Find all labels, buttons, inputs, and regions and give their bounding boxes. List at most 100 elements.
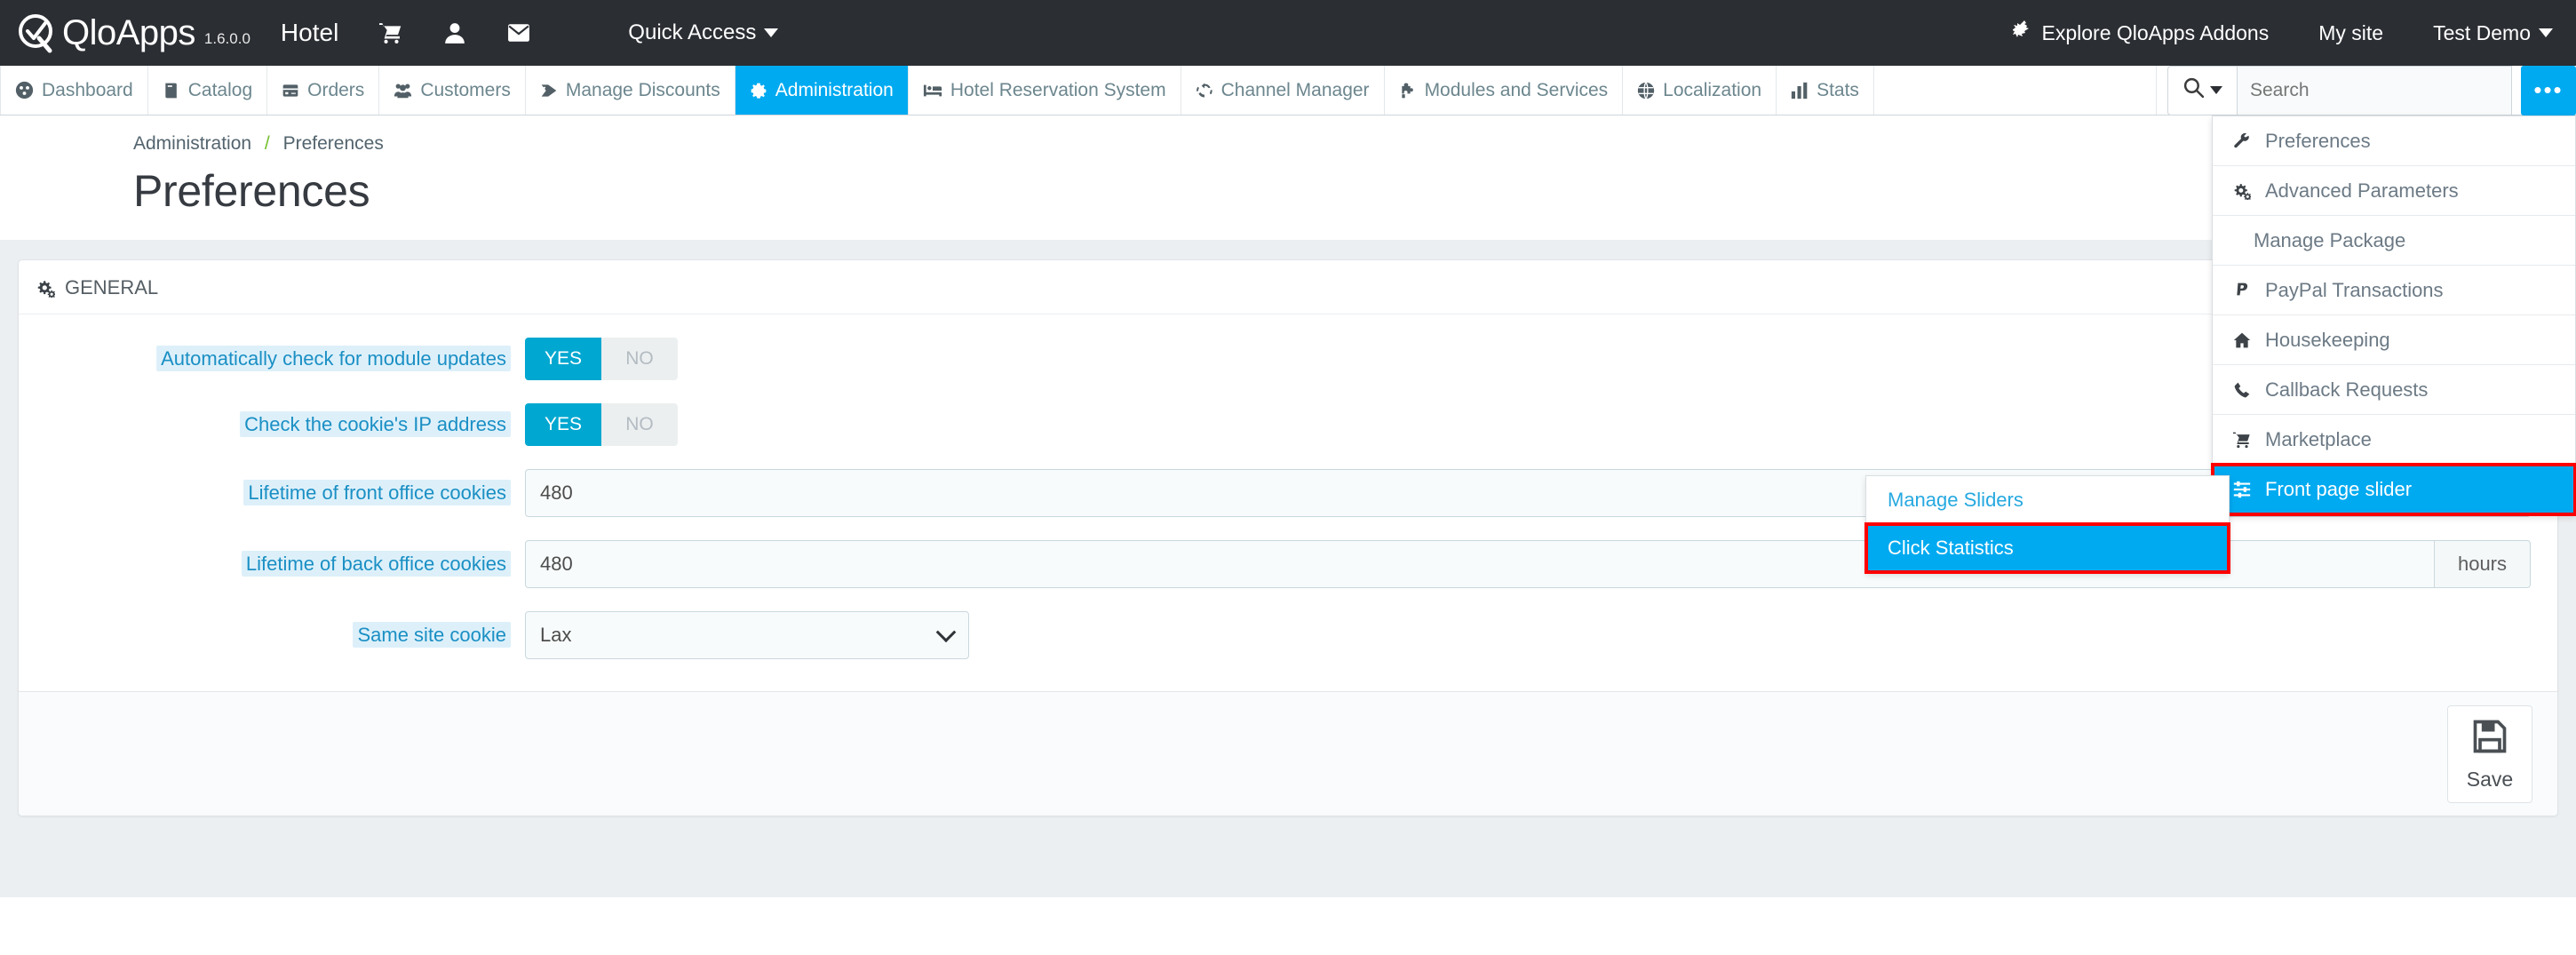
customers-icon xyxy=(394,81,412,99)
toggle-yes[interactable]: YES xyxy=(525,403,601,446)
nav-item-stats[interactable]: Stats xyxy=(1777,66,1874,115)
addons-icon xyxy=(2011,20,2034,46)
field-label-text: Lifetime of back office cookies xyxy=(241,551,511,577)
book-icon xyxy=(163,82,180,99)
nav-item-channel-manager[interactable]: Channel Manager xyxy=(1181,66,1385,115)
nav-label: Channel Manager xyxy=(1220,79,1370,100)
toggle-no[interactable]: NO xyxy=(601,403,678,446)
menu-label: Callback Requests xyxy=(2265,378,2429,401)
chevron-down-icon xyxy=(2539,28,2553,37)
dashboard-icon xyxy=(15,81,34,99)
tag-icon xyxy=(540,82,558,99)
front-page-slider-submenu: Manage Sliders Click Statistics xyxy=(1864,475,2230,574)
my-site-link[interactable]: My site xyxy=(2318,21,2383,45)
wrench-icon xyxy=(2230,132,2254,150)
breadcrumb-separator: / xyxy=(264,133,270,154)
nav-item-administration[interactable]: Administration xyxy=(735,66,909,115)
menu-label: PayPal Transactions xyxy=(2265,278,2444,301)
toggle-yes[interactable]: YES xyxy=(525,338,601,380)
menu-item-housekeeping[interactable]: Housekeeping xyxy=(2213,315,2575,365)
nav-label: Modules and Services xyxy=(1424,79,1609,100)
cart-icon xyxy=(2230,431,2254,449)
main-navigation: Dashboard Catalog Orders Customers Manag… xyxy=(0,65,2576,115)
home-icon xyxy=(2230,331,2254,349)
nav-item-manage-discounts[interactable]: Manage Discounts xyxy=(526,66,735,115)
administration-dropdown-menu: Preferences Advanced Parameters Manage P… xyxy=(2211,115,2576,516)
nav-item-orders[interactable]: Orders xyxy=(267,66,380,115)
chevron-down-icon xyxy=(2210,86,2222,94)
shop-name[interactable]: Hotel xyxy=(281,19,338,47)
save-button[interactable]: Save xyxy=(2447,704,2532,803)
menu-item-marketplace[interactable]: Marketplace xyxy=(2213,415,2575,465)
nav-item-catalog[interactable]: Catalog xyxy=(148,66,268,115)
form-row-module-updates: Automatically check for module updates Y… xyxy=(19,338,2557,380)
breadcrumb-parent[interactable]: Administration xyxy=(133,133,251,154)
page-header: Administration / Preferences Preferences xyxy=(0,115,2576,240)
quick-access-menu[interactable]: Quick Access xyxy=(628,20,779,45)
nav-label: Administration xyxy=(775,79,894,100)
cart-icon[interactable] xyxy=(379,21,402,44)
explore-addons-label: Explore QloApps Addons xyxy=(2041,20,2270,44)
field-label-text: Check the cookie's IP address xyxy=(240,411,511,437)
breadcrumb-current: Preferences xyxy=(282,133,384,154)
menu-item-front-page-slider[interactable]: Front page slider xyxy=(2211,463,2576,516)
toggle-no[interactable]: NO xyxy=(601,338,678,380)
nav-label: Manage Discounts xyxy=(565,79,720,100)
module-updates-toggle[interactable]: YES NO xyxy=(525,338,678,380)
chevron-down-icon xyxy=(764,28,779,37)
phone-icon xyxy=(2230,381,2254,399)
same-site-cookie-select[interactable]: Lax xyxy=(525,611,969,659)
field-label: Same site cookie xyxy=(19,622,525,648)
menu-label: Front page slider xyxy=(2265,478,2413,500)
field-label: Automatically check for module updates xyxy=(19,346,525,371)
nav-label: Stats xyxy=(1817,79,1859,100)
envelope-icon[interactable] xyxy=(507,22,530,44)
search-input[interactable] xyxy=(2237,65,2512,115)
nav-spacer xyxy=(1874,66,2157,115)
nav-item-customers[interactable]: Customers xyxy=(379,66,526,115)
menu-item-preferences[interactable]: Preferences xyxy=(2213,116,2575,166)
nav-item-localization[interactable]: Localization xyxy=(1623,66,1777,115)
nav-item-hotel-reservation-system[interactable]: Hotel Reservation System xyxy=(909,66,1181,115)
search-icon xyxy=(2182,76,2205,105)
top-bar: QloApps 1.6.0.0 Hotel Quick Access Explo… xyxy=(0,0,2576,66)
brand-name: QloApps xyxy=(62,12,195,52)
back-office-cookie-input-group: hours xyxy=(525,540,2531,588)
nav-item-dashboard[interactable]: Dashboard xyxy=(0,66,148,115)
brand-logo[interactable]: QloApps 1.6.0.0 xyxy=(0,12,250,54)
nav-label: Hotel Reservation System xyxy=(950,79,1166,100)
menu-item-advanced-parameters[interactable]: Advanced Parameters xyxy=(2213,166,2575,216)
field-label-text: Lifetime of front office cookies xyxy=(243,480,511,505)
menu-item-paypal-transactions[interactable]: PayPal Transactions xyxy=(2213,266,2575,315)
explore-addons-link[interactable]: Explore QloApps Addons xyxy=(2011,20,2270,46)
submenu-item-manage-sliders[interactable]: Manage Sliders xyxy=(1866,476,2229,524)
nav-label: Orders xyxy=(307,79,365,100)
quick-access-label: Quick Access xyxy=(628,20,757,44)
menu-item-callback-requests[interactable]: Callback Requests xyxy=(2213,365,2575,415)
menu-label: Advanced Parameters xyxy=(2265,179,2459,202)
qloapps-logo-icon xyxy=(16,12,59,54)
search-scope-dropdown[interactable] xyxy=(2167,65,2237,115)
search-submit-button[interactable]: ••• xyxy=(2521,65,2576,115)
user-icon[interactable] xyxy=(443,21,466,44)
submenu-item-click-statistics[interactable]: Click Statistics xyxy=(1864,522,2230,574)
breadcrumb: Administration / Preferences xyxy=(133,133,2576,155)
input-addon-hours: hours xyxy=(2435,540,2531,588)
field-label: Check the cookie's IP address xyxy=(19,411,525,437)
gears-icon xyxy=(2230,182,2254,200)
panel-title: GENERAL xyxy=(65,276,159,298)
form-row-same-site-cookie: Same site cookie Lax xyxy=(19,611,2557,659)
gears-icon xyxy=(36,279,55,298)
save-icon xyxy=(2470,717,2509,760)
orders-icon xyxy=(282,82,299,99)
cookie-ip-toggle[interactable]: YES NO xyxy=(525,403,678,446)
nav-item-modules-and-services[interactable]: Modules and Services xyxy=(1385,66,1624,115)
menu-label: Housekeeping xyxy=(2265,328,2390,351)
account-label: Test Demo xyxy=(2433,20,2531,44)
bed-icon xyxy=(923,83,942,99)
panel-footer: Save xyxy=(19,691,2557,816)
account-menu[interactable]: Test Demo xyxy=(2433,21,2553,45)
field-label: Lifetime of back office cookies xyxy=(19,551,525,577)
menu-item-manage-package[interactable]: Manage Package xyxy=(2213,216,2575,266)
page-title: Preferences xyxy=(133,166,370,216)
